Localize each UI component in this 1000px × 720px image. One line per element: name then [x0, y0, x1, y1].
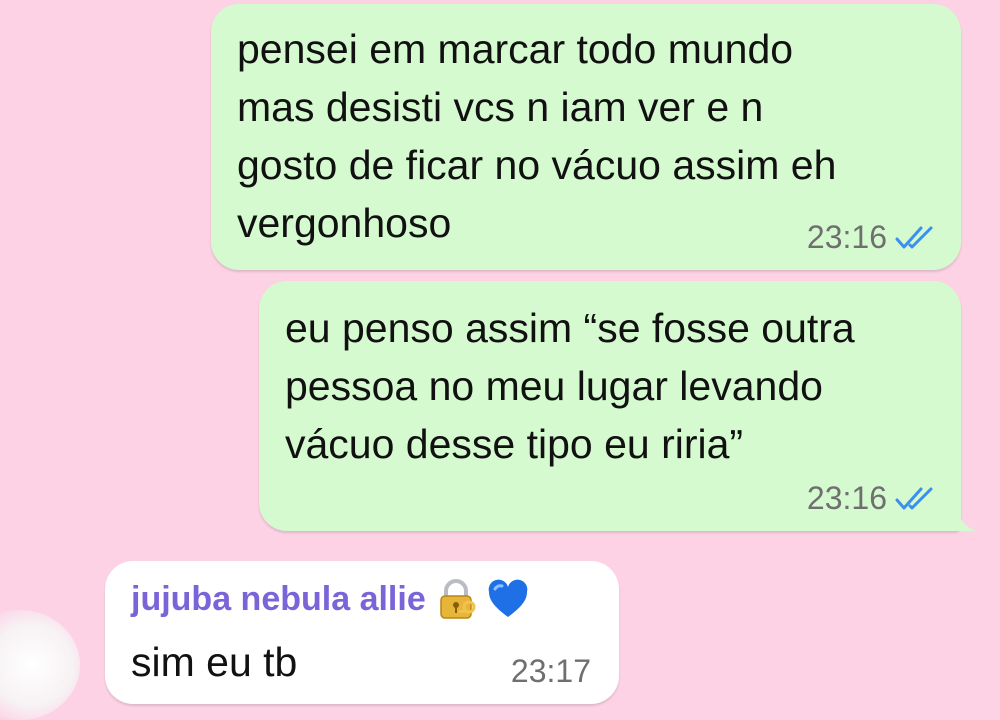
message-text: eu penso assim “se fosse outra pessoa no…	[285, 305, 855, 467]
avatar[interactable]	[0, 610, 80, 720]
message-time: 23:16	[806, 480, 887, 516]
incoming-message-1[interactable]: jujuba nebula allie sim eu tb 23:17	[105, 561, 619, 704]
bubble-tail	[950, 507, 976, 531]
sender-row: jujuba nebula allie	[131, 571, 530, 627]
message-time: 23:16	[806, 219, 887, 255]
double-check-read-icon	[895, 487, 933, 509]
double-check-read-icon	[895, 226, 933, 248]
chat-area: pensei em marcar todo mundo mas desisti …	[0, 0, 1000, 720]
message-meta: 23:16	[807, 219, 937, 256]
message-text: sim eu tb	[131, 639, 298, 685]
lock-with-key-icon	[439, 579, 476, 619]
sender-name[interactable]: jujuba nebula allie	[131, 580, 426, 619]
blue-heart-icon	[488, 579, 528, 617]
outgoing-message-1[interactable]: pensei em marcar todo mundo mas desisti …	[211, 4, 961, 270]
message-meta: 23:16	[807, 480, 937, 517]
outgoing-message-2[interactable]: eu penso assim “se fosse outra pessoa no…	[259, 281, 961, 531]
message-text: pensei em marcar todo mundo mas desisti …	[237, 26, 837, 246]
message-time: 23:17	[510, 653, 591, 689]
message-meta: 23:17	[511, 653, 591, 690]
